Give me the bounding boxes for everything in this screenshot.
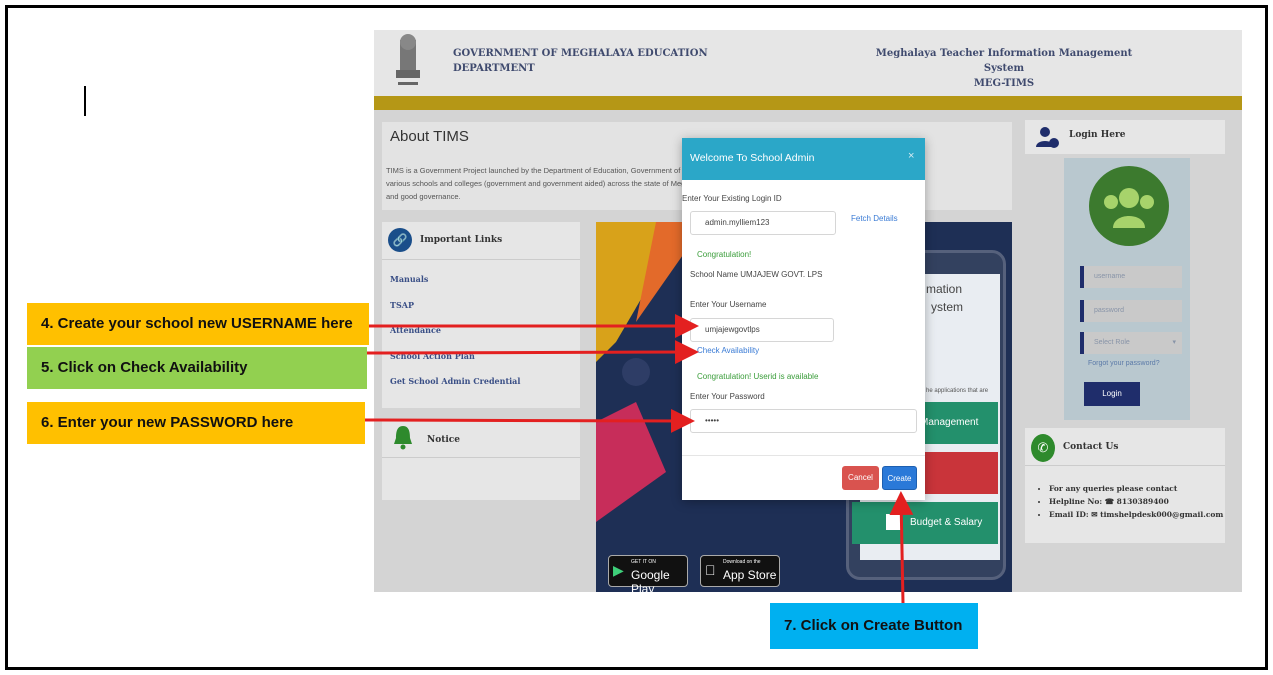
notice-panel: Notice bbox=[382, 420, 580, 500]
password-input[interactable]: ••••• bbox=[690, 409, 917, 433]
existing-login-label: Enter Your Existing Login ID bbox=[682, 194, 782, 203]
existing-login-input[interactable]: admin.mylliem123 bbox=[690, 211, 836, 235]
contact-panel: ✆ Contact Us For any queries please cont… bbox=[1025, 428, 1225, 543]
login-card: username password Select Role ▾ Forgot yo… bbox=[1064, 158, 1190, 420]
callout-step-6: 6. Enter your new PASSWORD here bbox=[27, 402, 365, 444]
helpline-number: Helpline No: ☎ 8130389400 bbox=[1049, 497, 1223, 510]
login-password-input[interactable]: password bbox=[1080, 300, 1182, 322]
password-label: Enter Your Password bbox=[690, 392, 765, 401]
helpdesk-email: Email ID: ✉ timshelpdesk000@gmail.com bbox=[1049, 510, 1223, 523]
system-name: Meghalaya Teacher Information Management… bbox=[875, 48, 1133, 89]
tile-budget-salary: Budget & Salary bbox=[852, 502, 998, 544]
forgot-password-link[interactable]: Forgot your password? bbox=[1088, 360, 1160, 367]
callout-step-4: 4. Create your school new USERNAME here bbox=[27, 303, 369, 345]
fetch-details-link[interactable]: Fetch Details bbox=[851, 214, 898, 223]
check-availability-link[interactable]: Check Availability bbox=[697, 346, 759, 355]
notice-header: Notice bbox=[382, 420, 580, 458]
link-get-school-admin-credential[interactable]: Get School Admin Credential bbox=[390, 376, 520, 402]
username-input[interactable]: umjajewgovtlps bbox=[690, 318, 834, 342]
google-play-badge[interactable]: ▶ GET IT ON Google Play bbox=[608, 555, 688, 592]
callout-step-5: 5. Click on Check Availability bbox=[27, 347, 367, 389]
site-header: GOVERNMENT OF MEGHALAYA EDUCATION DEPART… bbox=[374, 30, 1242, 96]
link-manuals[interactable]: Manuals bbox=[390, 274, 520, 300]
google-play-icon: ▶ bbox=[613, 562, 624, 578]
phone-icon: ✆ bbox=[1031, 434, 1055, 462]
username-label: Enter Your Username bbox=[690, 300, 767, 309]
about-title: About TIMS bbox=[390, 128, 469, 145]
wallet-icon bbox=[886, 514, 902, 531]
caret-down-icon: ▾ bbox=[1172, 339, 1176, 346]
apple-icon:  bbox=[705, 562, 716, 578]
department-name: GOVERNMENT OF MEGHALAYA EDUCATION DEPART… bbox=[453, 48, 708, 74]
bell-icon bbox=[394, 426, 412, 450]
text-cursor bbox=[84, 86, 86, 116]
login-header: Login Here bbox=[1025, 120, 1225, 154]
modal-header: Welcome To School Admin × bbox=[682, 138, 925, 180]
close-icon[interactable]: × bbox=[908, 150, 914, 162]
important-links-panel: 🔗 Important Links Manuals TSAP Attendanc… bbox=[382, 222, 580, 408]
school-name: School Name UMJAJEW GOVT. LPS bbox=[690, 270, 823, 279]
modal-footer-divider bbox=[682, 455, 925, 456]
link-school-action-plan[interactable]: School Action Plan bbox=[390, 351, 520, 377]
select-role-dropdown[interactable]: Select Role ▾ bbox=[1080, 332, 1182, 354]
login-button[interactable]: Login bbox=[1084, 382, 1140, 406]
users-group-icon bbox=[1089, 166, 1169, 246]
national-emblem-icon bbox=[396, 34, 420, 85]
create-button[interactable]: Create bbox=[882, 466, 917, 490]
app-store-badge[interactable]:  Download on the App Store bbox=[700, 555, 780, 587]
login-username-input[interactable]: username bbox=[1080, 266, 1182, 288]
important-links-header: 🔗 Important Links bbox=[382, 222, 580, 260]
school-admin-modal: Welcome To School Admin × Enter Your Exi… bbox=[682, 138, 925, 500]
congrats-message: Congratulation! bbox=[697, 250, 752, 259]
user-lock-icon bbox=[1036, 127, 1059, 148]
link-icon: 🔗 bbox=[388, 228, 412, 252]
contact-header: ✆ Contact Us bbox=[1025, 428, 1225, 466]
link-attendance[interactable]: Attendance bbox=[390, 325, 520, 351]
userid-available-message: Congratulation! Userid is available bbox=[697, 372, 819, 381]
nav-bar bbox=[374, 96, 1242, 110]
cancel-button[interactable]: Cancel bbox=[842, 466, 879, 490]
contact-line: For any queries please contact bbox=[1049, 484, 1223, 497]
link-tsap[interactable]: TSAP bbox=[390, 300, 520, 326]
callout-step-7: 7. Click on Create Button bbox=[770, 603, 978, 649]
